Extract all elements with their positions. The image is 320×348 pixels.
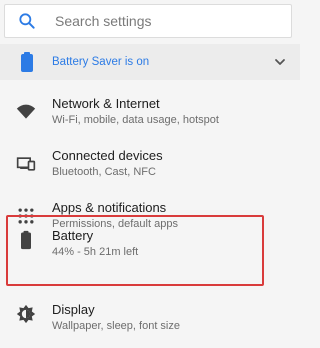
settings-item-subtitle: Wi-Fi, mobile, data usage, hotspot	[52, 114, 219, 126]
wifi-icon	[16, 104, 36, 119]
apps-grid-icon	[18, 208, 34, 224]
battery-saver-text: Battery Saver is on	[52, 56, 150, 68]
search-field[interactable]: Search settings	[4, 4, 292, 38]
settings-item-battery[interactable]: Battery 44% - 5h 21m left	[0, 224, 300, 276]
settings-item-network[interactable]: Network & Internet Wi-Fi, mobile, data u…	[0, 86, 300, 138]
brightness-icon	[16, 304, 36, 324]
settings-item-title: Network & Internet	[52, 96, 160, 111]
settings-item-title: Connected devices	[52, 148, 163, 163]
settings-item-subtitle: Bluetooth, Cast, NFC	[52, 166, 156, 178]
settings-item-title: Apps & notifications	[52, 200, 167, 215]
battery-icon	[21, 230, 31, 250]
settings-item-title: Battery	[52, 228, 94, 243]
battery-saver-icon	[21, 52, 33, 72]
settings-item-subtitle: Wallpaper, sleep, font size	[52, 320, 180, 332]
battery-saver-banner[interactable]: Battery Saver is on	[0, 44, 300, 80]
search-placeholder: Search settings	[55, 13, 152, 29]
settings-item-display[interactable]: Display Wallpaper, sleep, font size	[0, 296, 300, 348]
settings-item-title: Display	[52, 302, 95, 317]
chevron-down-icon[interactable]	[274, 56, 286, 68]
devices-icon	[16, 157, 36, 171]
settings-item-connected-devices[interactable]: Connected devices Bluetooth, Cast, NFC	[0, 138, 300, 190]
settings-item-subtitle: 44% - 5h 21m left	[52, 246, 139, 258]
search-icon	[19, 13, 35, 29]
search-bar[interactable]: Search settings	[0, 0, 300, 44]
